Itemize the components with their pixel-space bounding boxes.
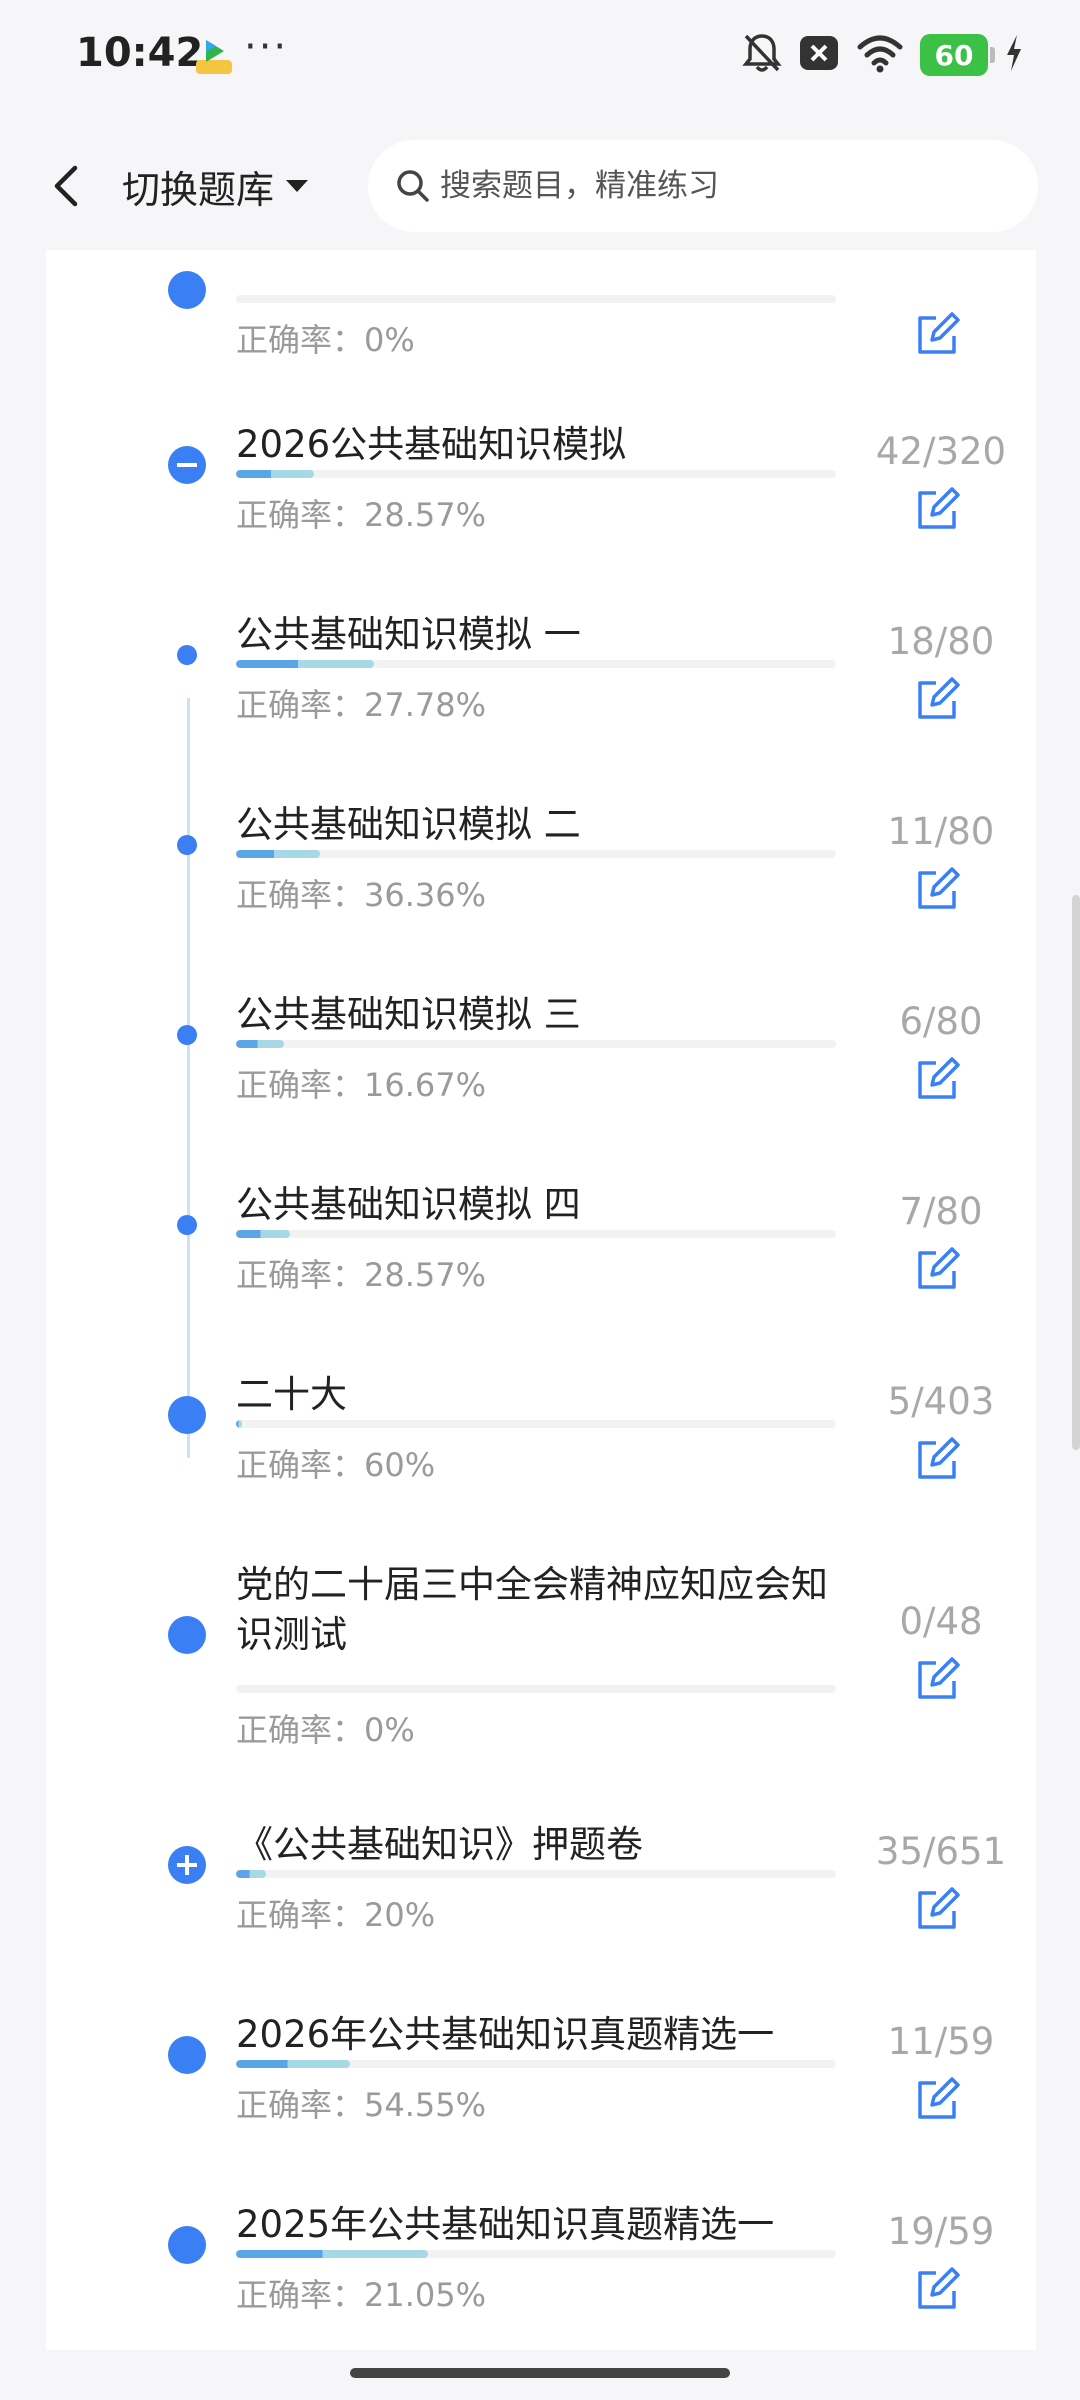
progress-fill xyxy=(236,1870,266,1878)
item-title: 公共基础知识模拟 四 xyxy=(236,1183,581,1226)
timeline-node xyxy=(177,1215,197,1235)
progress-count: 5/403 xyxy=(887,1380,995,1423)
collapse-icon[interactable] xyxy=(168,446,206,484)
progress-bar xyxy=(236,2060,836,2068)
edit-icon[interactable] xyxy=(914,1055,962,1103)
timeline-node xyxy=(168,2036,206,2074)
timeline-line xyxy=(187,698,190,1458)
progress-bar xyxy=(236,1420,836,1428)
accuracy-text: 正确率：27.78% xyxy=(236,686,487,724)
item-title: 2026公共基础知识模拟 xyxy=(236,423,627,466)
progress-count: 35/651 xyxy=(875,1830,1007,1873)
chevron-left-icon xyxy=(54,165,78,207)
accuracy-text: 正确率：28.57% xyxy=(236,496,487,534)
item-title: 公共基础知识模拟 三 xyxy=(236,993,581,1036)
accuracy-text: 正确率：60% xyxy=(236,1446,436,1484)
bell-off-icon xyxy=(742,32,782,78)
progress-count: 7/80 xyxy=(899,1190,983,1233)
edit-icon[interactable] xyxy=(914,1655,962,1703)
timeline-node xyxy=(168,1616,206,1654)
progress-fill xyxy=(236,2250,428,2258)
item-title: 2025年公共基础知识真题精选一 xyxy=(236,2203,775,2246)
progress-fill xyxy=(236,660,374,668)
progress-fill xyxy=(236,850,320,858)
timeline-node xyxy=(177,645,197,665)
item-title: 公共基础知识模拟 一 xyxy=(236,613,581,656)
timeline-node xyxy=(168,2226,206,2264)
item-title: 《公共基础知识》押题卷 xyxy=(236,1823,643,1866)
timeline-node xyxy=(168,1396,206,1434)
progress-bar xyxy=(236,2250,836,2258)
edit-icon[interactable] xyxy=(914,2075,962,2123)
charging-icon xyxy=(1004,33,1024,77)
item-title: 党的二十届三中全会精神应知应会知识测试 xyxy=(236,1563,828,1656)
edit-icon[interactable] xyxy=(914,2265,962,2313)
status-bar: 10:42 ··· 60 xyxy=(0,0,1080,120)
progress-bar xyxy=(236,1040,836,1048)
progress-bar xyxy=(236,470,836,478)
status-time: 10:42 xyxy=(76,30,204,76)
question-bank-list: 正确率：0% 2026公共基础知识模拟正确率：28.57% 42/320 公共基础知识… xyxy=(46,250,1036,2350)
edit-icon[interactable] xyxy=(914,310,962,358)
progress-bar xyxy=(236,850,836,858)
progress-fill xyxy=(236,2060,350,2068)
accuracy-text: 正确率：36.36% xyxy=(236,876,487,914)
edit-icon[interactable] xyxy=(914,485,962,533)
battery-icon: 60 xyxy=(920,34,995,76)
edit-icon[interactable] xyxy=(914,675,962,723)
edit-icon[interactable] xyxy=(914,865,962,913)
progress-count: 6/80 xyxy=(899,1000,983,1043)
switch-question-bank-label: 切换题库 xyxy=(122,167,275,212)
home-indicator[interactable] xyxy=(350,2368,730,2378)
edit-icon[interactable] xyxy=(914,1885,962,1933)
progress-bar xyxy=(236,1230,836,1238)
progress-fill xyxy=(236,1040,284,1048)
accuracy-text: 正确率：54.55% xyxy=(236,2086,487,2124)
back-button[interactable] xyxy=(40,156,92,216)
progress-bar xyxy=(236,1685,836,1693)
caret-down-icon xyxy=(286,180,309,192)
accuracy-text: 正确率：21.05% xyxy=(236,2276,487,2314)
edit-icon[interactable] xyxy=(914,1435,962,1483)
accuracy-text: 正确率：0% xyxy=(236,1711,415,1749)
search-icon xyxy=(396,169,430,203)
timeline-node xyxy=(177,1025,197,1045)
accuracy-text: 正确率：28.57% xyxy=(236,1256,487,1294)
progress-count: 0/48 xyxy=(899,1600,983,1643)
timeline-node xyxy=(168,271,206,309)
progress-fill xyxy=(236,1420,242,1428)
more-notifications-icon: ··· xyxy=(244,24,289,70)
progress-count: 19/59 xyxy=(887,2210,995,2253)
switch-question-bank[interactable]: 切换题库 xyxy=(122,158,310,214)
progress-bar xyxy=(236,660,836,668)
progress-bar xyxy=(236,295,836,303)
edit-icon[interactable] xyxy=(914,1245,962,1293)
progress-count: 42/320 xyxy=(875,430,1007,473)
app-notification-icon xyxy=(194,36,234,76)
scrollbar-thumb[interactable] xyxy=(1072,895,1080,1450)
progress-fill xyxy=(236,1230,290,1238)
item-title: 二十大 xyxy=(236,1373,347,1416)
accuracy-text: 正确率：16.67% xyxy=(236,1066,487,1104)
header: 切换题库 xyxy=(0,120,1080,250)
item-title: 公共基础知识模拟 二 xyxy=(236,803,581,846)
accuracy-text: 正确率：20% xyxy=(236,1896,436,1934)
expand-icon[interactable] xyxy=(168,1846,206,1884)
timeline-node xyxy=(177,835,197,855)
wifi-icon xyxy=(856,33,904,77)
close-box-icon xyxy=(798,32,840,78)
progress-count: 11/59 xyxy=(887,2020,995,2063)
progress-fill xyxy=(236,470,314,478)
progress-count: 11/80 xyxy=(887,810,995,853)
progress-bar xyxy=(236,1870,836,1878)
search-box[interactable] xyxy=(368,140,1038,232)
accuracy-text: 正确率：0% xyxy=(236,321,415,359)
item-title: 2026年公共基础知识真题精选一 xyxy=(236,2013,775,2056)
progress-count: 18/80 xyxy=(887,620,995,663)
search-input[interactable] xyxy=(438,167,982,205)
